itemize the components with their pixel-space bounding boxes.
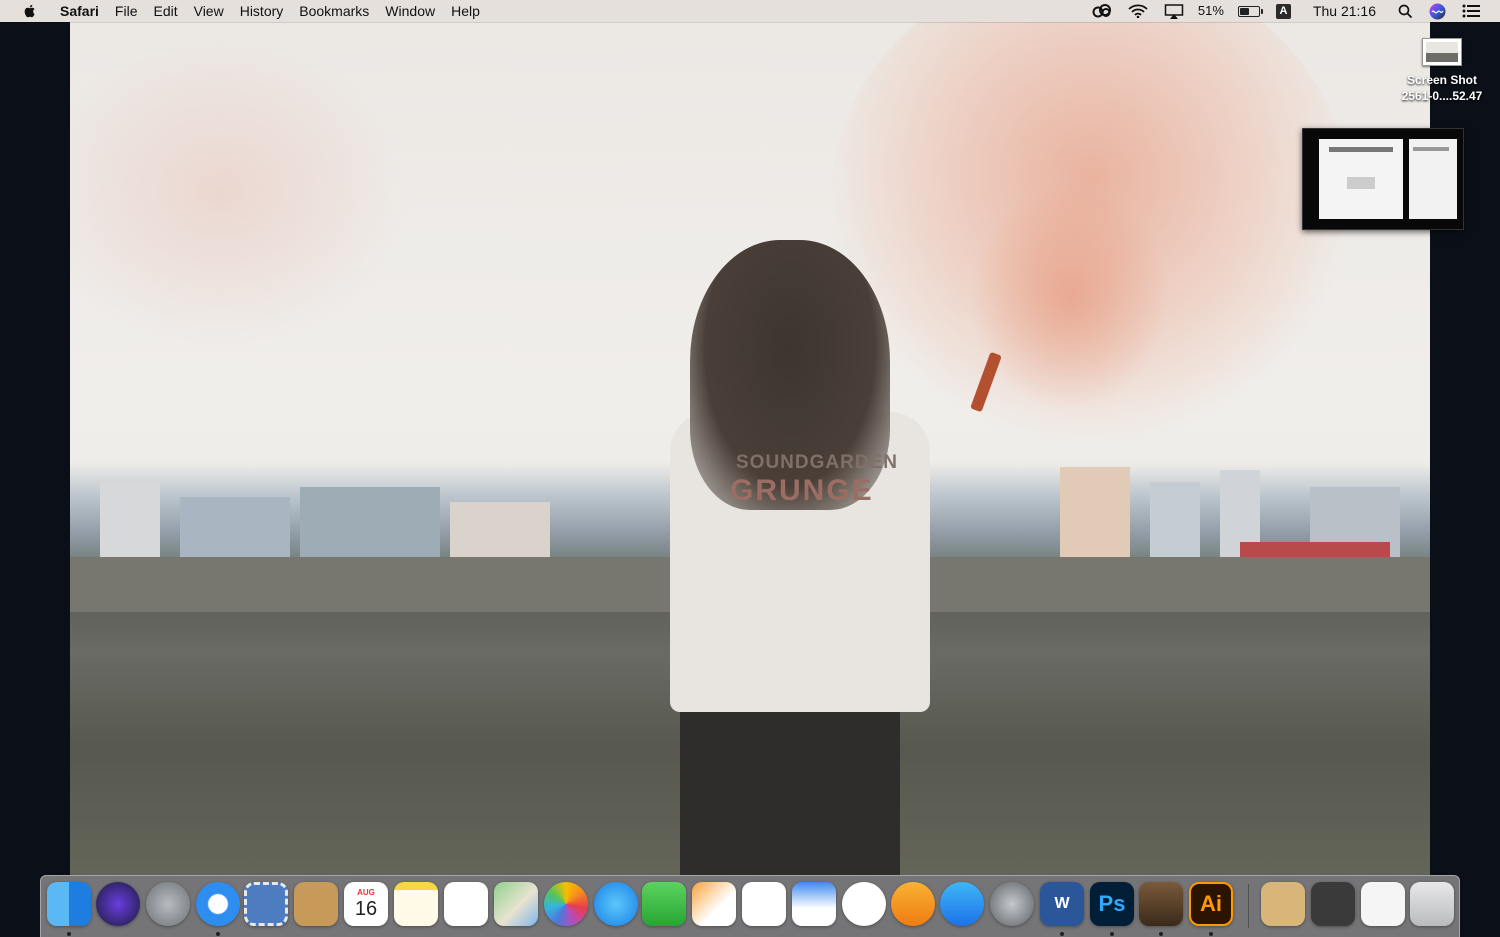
calendar-month: AUG: [357, 888, 375, 897]
creative-cloud-icon[interactable]: [1092, 4, 1112, 18]
menu-bookmarks[interactable]: Bookmarks: [291, 0, 377, 22]
photoshop-label: Ps: [1098, 891, 1126, 916]
downloads-stack-icon[interactable]: [1311, 882, 1355, 926]
illustrator-label: Ai: [1200, 891, 1222, 916]
spotlight-search-icon[interactable]: [1398, 4, 1413, 19]
battery-icon[interactable]: [1237, 5, 1263, 17]
desktop-file-screenshot[interactable]: Screen Shot 2561-0....52.47: [1390, 38, 1494, 104]
photoshop-icon[interactable]: Ps: [1090, 882, 1134, 926]
status-area: 51% A Thu 21:16: [1084, 0, 1488, 22]
battery-fill: [1239, 7, 1249, 15]
siri-icon[interactable]: [96, 882, 140, 926]
airplay-icon[interactable]: [1164, 3, 1184, 19]
dock-running-indicator: [1159, 932, 1163, 936]
wallpaper-shirt-text-top: SOUNDGARDEN: [736, 452, 898, 473]
recycle-box-icon[interactable]: [1261, 882, 1305, 926]
dock-running-indicator: [1110, 932, 1114, 936]
music-note-icon[interactable]: [842, 882, 886, 926]
rocket-icon[interactable]: [146, 882, 190, 926]
dock-running-indicator: [1209, 932, 1213, 936]
pinwheel-icon[interactable]: [544, 882, 588, 926]
input-source-icon[interactable]: A: [1275, 3, 1291, 19]
open-book-icon[interactable]: [891, 882, 935, 926]
gear-icon[interactable]: [990, 882, 1034, 926]
notepad-icon[interactable]: [394, 882, 438, 926]
guitar-icon[interactable]: [1139, 882, 1183, 926]
dock-running-indicator: [216, 932, 220, 936]
bar-chart-icon[interactable]: [742, 882, 786, 926]
notification-center-icon[interactable]: [1462, 4, 1480, 18]
illustrator-icon[interactable]: Ai: [1189, 882, 1233, 926]
menu-history[interactable]: History: [232, 0, 292, 22]
map-icon[interactable]: [494, 882, 538, 926]
wifi-icon[interactable]: [1128, 4, 1148, 18]
clock[interactable]: Thu 21:16: [1313, 0, 1376, 22]
compass-icon[interactable]: [196, 882, 240, 926]
wallpaper-shirt-text-bottom: GRUNGE: [730, 474, 874, 507]
wallpaper-smoke-left: [70, 32, 410, 352]
menu-app-name[interactable]: Safari: [52, 0, 107, 22]
desktop-wallpaper: SOUNDGARDEN GRUNGE: [70, 22, 1430, 875]
finder-icon[interactable]: [47, 882, 91, 926]
pen-paper-icon[interactable]: [692, 882, 736, 926]
word-label: W: [1054, 895, 1070, 912]
stamp-icon[interactable]: [244, 882, 288, 926]
battery-percent: 51%: [1197, 3, 1224, 18]
menu-window[interactable]: Window: [377, 0, 443, 22]
calendar-icon[interactable]: AUG 16: [344, 882, 388, 926]
wallpaper-smoke-plume: [970, 182, 1170, 412]
dock-running-indicator: [1060, 932, 1064, 936]
dock-running-indicator: [67, 932, 71, 936]
wallpaper-person-legs: [680, 702, 900, 875]
calendar-day: 16: [354, 898, 378, 920]
screenshot-thumbnail-icon[interactable]: [1422, 38, 1462, 66]
dock: AUG 16 W Ps Ai: [40, 875, 1460, 937]
app-store-icon[interactable]: [940, 882, 984, 926]
menu-help[interactable]: Help: [443, 0, 488, 22]
video-camera-icon[interactable]: [642, 882, 686, 926]
apple-logo-icon[interactable]: [22, 3, 38, 19]
desktop-file-label[interactable]: Screen Shot 2561-0....52.47: [1390, 72, 1494, 104]
menu-edit[interactable]: Edit: [145, 0, 185, 22]
contacts-book-icon[interactable]: [294, 882, 338, 926]
documents-stack-icon[interactable]: [1361, 882, 1405, 926]
screenshot-floating-preview[interactable]: [1302, 128, 1464, 230]
podium-icon[interactable]: [792, 882, 836, 926]
checklist-icon[interactable]: [444, 882, 488, 926]
dock-divider: [1248, 884, 1249, 928]
menu-file[interactable]: File: [107, 0, 146, 22]
menu-view[interactable]: View: [186, 0, 232, 22]
trash-icon[interactable]: [1410, 882, 1454, 926]
chat-bubble-icon[interactable]: [594, 882, 638, 926]
word-icon[interactable]: W: [1040, 882, 1084, 926]
menu-bar: Safari File Edit View History Bookmarks …: [0, 0, 1500, 22]
siri-menubar-icon[interactable]: [1429, 3, 1446, 20]
